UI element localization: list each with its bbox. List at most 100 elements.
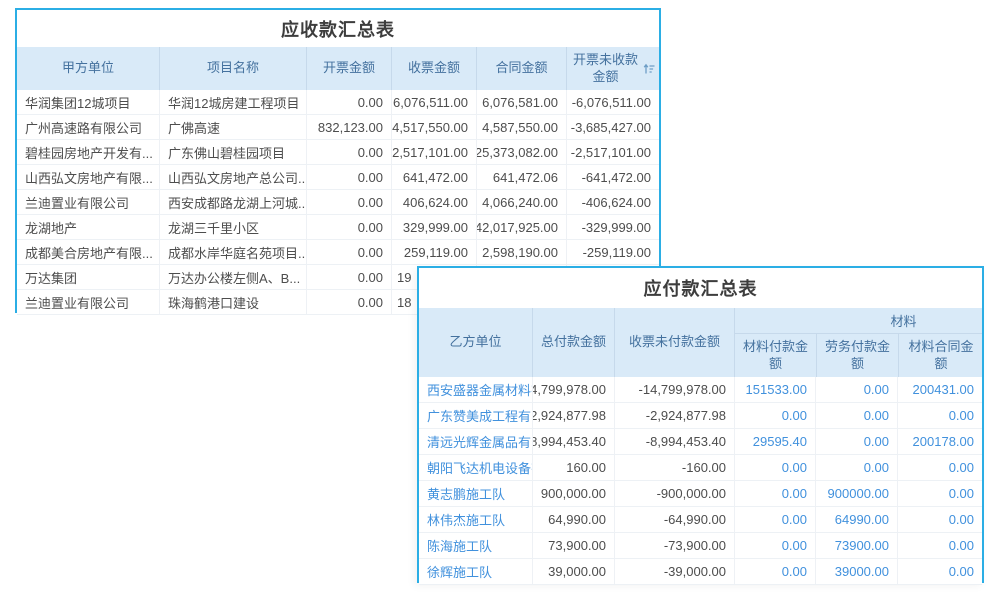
table-row: 广东赞美成工程有限 2,924,877.98 -2,924,877.98 0.0… [419, 403, 982, 429]
receivables-title: 应收款汇总表 [17, 10, 659, 47]
cell-party-b[interactable]: 广东赞美成工程有限 [419, 403, 532, 428]
col-header-total-paid[interactable]: 总付款金额 [532, 308, 614, 377]
cell-received: 329,999.00 [391, 215, 476, 239]
table-row: 西安盛器金属材料有 14,799,978.00 -14,799,978.00 1… [419, 377, 982, 403]
cell-invoiced: 0.00 [306, 90, 391, 114]
cell-invoiced-unpaid: -3,685,427.00 [566, 115, 659, 139]
cell-invoiced: 0.00 [306, 290, 391, 314]
cell-contract: 42,017,925.00 [476, 215, 566, 239]
cell-labor-paid[interactable]: 73900.00 [815, 533, 897, 558]
cell-invoiced: 0.00 [306, 265, 391, 289]
col-header-received[interactable]: 收票金额 [391, 47, 476, 90]
cell-material-paid[interactable]: 0.00 [734, 403, 815, 428]
cell-labor-paid[interactable]: 0.00 [815, 377, 897, 402]
cell-contract: 4,066,240.00 [476, 190, 566, 214]
cell-material-contract[interactable]: 0.00 [897, 559, 982, 584]
col-header-material-paid[interactable]: 材料付款金额 [735, 334, 816, 377]
cell-labor-paid[interactable]: 0.00 [815, 403, 897, 428]
cell-contract: 6,076,581.00 [476, 90, 566, 114]
payables-table: 应付款汇总表 乙方单位 总付款金额 收票未付款金额 材料 材料付款金额 劳务付款… [417, 266, 984, 583]
cell-invoice-unpaid: -73,900.00 [614, 533, 734, 558]
table-row: 徐辉施工队 39,000.00 -39,000.00 0.00 39000.00… [419, 559, 982, 585]
table-row: 碧桂园房地产开发有... 广东佛山碧桂园项目 0.00 2,517,101.00… [17, 140, 659, 165]
cell-invoiced-unpaid: -329,999.00 [566, 215, 659, 239]
cell-invoiced-unpaid: -641,472.00 [566, 165, 659, 189]
col-header-project[interactable]: 项目名称 [159, 47, 306, 90]
col-header-invoice-unpaid[interactable]: 收票未付款金额 [614, 308, 734, 377]
cell-total-paid: 900,000.00 [532, 481, 614, 506]
cell-total-paid: 160.00 [532, 455, 614, 480]
cell-contract: 641,472.06 [476, 165, 566, 189]
table-row: 兰迪置业有限公司 西安成都路龙湖上河城... 0.00 406,624.00 4… [17, 190, 659, 215]
cell-party-a: 成都美合房地产有限... [17, 240, 159, 264]
cell-material-contract[interactable]: 0.00 [897, 481, 982, 506]
col-header-labor-paid[interactable]: 劳务付款金额 [816, 334, 898, 377]
cell-material-contract[interactable]: 0.00 [897, 533, 982, 558]
cell-project: 西安成都路龙湖上河城... [159, 190, 306, 214]
cell-invoice-unpaid: -2,924,877.98 [614, 403, 734, 428]
cell-material-paid[interactable]: 0.00 [734, 481, 815, 506]
cell-party-b[interactable]: 西安盛器金属材料有 [419, 377, 532, 402]
cell-labor-paid[interactable]: 0.00 [815, 429, 897, 454]
cell-party-a: 万达集团 [17, 265, 159, 289]
cell-material-contract[interactable]: 200431.00 [897, 377, 982, 402]
cell-material-paid[interactable]: 29595.40 [734, 429, 815, 454]
cell-received: 4,517,550.00 [391, 115, 476, 139]
cell-labor-paid[interactable]: 0.00 [815, 455, 897, 480]
cell-invoiced-unpaid: -2,517,101.00 [566, 140, 659, 164]
cell-invoiced-unpaid: -6,076,511.00 [566, 90, 659, 114]
table-row: 广州高速路有限公司 广佛高速 832,123.00 4,517,550.00 4… [17, 115, 659, 140]
cell-party-a: 华润集团12城项目 [17, 90, 159, 114]
cell-party-b[interactable]: 陈海施工队 [419, 533, 532, 558]
cell-total-paid: 73,900.00 [532, 533, 614, 558]
cell-material-contract[interactable]: 0.00 [897, 455, 982, 480]
cell-labor-paid[interactable]: 39000.00 [815, 559, 897, 584]
cell-labor-paid[interactable]: 64990.00 [815, 507, 897, 532]
table-row: 林伟杰施工队 64,990.00 -64,990.00 0.00 64990.0… [419, 507, 982, 533]
cell-total-paid: 14,799,978.00 [532, 377, 614, 402]
cell-project: 万达办公楼左侧A、B... [159, 265, 306, 289]
cell-material-contract[interactable]: 200178.00 [897, 429, 982, 454]
cell-material-paid[interactable]: 0.00 [734, 533, 815, 558]
cell-invoice-unpaid: -8,994,453.40 [614, 429, 734, 454]
sort-ascending-icon[interactable] [643, 63, 655, 75]
cell-invoiced-unpaid: -259,119.00 [566, 240, 659, 264]
cell-received: 2,517,101.00 [391, 140, 476, 164]
cell-contract: 2,598,190.00 [476, 240, 566, 264]
cell-material-paid[interactable]: 0.00 [734, 507, 815, 532]
cell-material-contract[interactable]: 0.00 [897, 507, 982, 532]
cell-invoice-unpaid: -64,990.00 [614, 507, 734, 532]
col-header-contract[interactable]: 合同金额 [476, 47, 566, 90]
cell-party-b[interactable]: 徐辉施工队 [419, 559, 532, 584]
col-header-party-a[interactable]: 甲方单位 [17, 47, 159, 90]
col-header-invoiced[interactable]: 开票金额 [306, 47, 391, 90]
cell-party-b[interactable]: 朝阳飞达机电设备有 [419, 455, 532, 480]
cell-contract: 25,373,082.00 [476, 140, 566, 164]
cell-invoice-unpaid: -900,000.00 [614, 481, 734, 506]
cell-received: 259,119.00 [391, 240, 476, 264]
cell-party-b[interactable]: 黄志鹏施工队 [419, 481, 532, 506]
table-row: 山西弘文房地产有限... 山西弘文房地产总公司... 0.00 641,472.… [17, 165, 659, 190]
cell-total-paid: 2,924,877.98 [532, 403, 614, 428]
cell-material-paid[interactable]: 151533.00 [734, 377, 815, 402]
cell-invoiced: 0.00 [306, 165, 391, 189]
cell-invoice-unpaid: -14,799,978.00 [614, 377, 734, 402]
col-header-material-contract[interactable]: 材料合同金额 [898, 334, 983, 377]
table-row: 华润集团12城项目 华润12城房建工程项目 0.00 6,076,511.00 … [17, 90, 659, 115]
cell-material-paid[interactable]: 0.00 [734, 559, 815, 584]
table-row: 陈海施工队 73,900.00 -73,900.00 0.00 73900.00… [419, 533, 982, 559]
cell-party-b[interactable]: 林伟杰施工队 [419, 507, 532, 532]
col-group-header-material: 材料 [735, 308, 982, 334]
col-header-invoiced-unpaid[interactable]: 开票未收款金额 [566, 47, 659, 90]
table-row: 朝阳飞达机电设备有 160.00 -160.00 0.00 0.00 0.00 [419, 455, 982, 481]
cell-invoice-unpaid: -160.00 [614, 455, 734, 480]
table-row: 黄志鹏施工队 900,000.00 -900,000.00 0.00 90000… [419, 481, 982, 507]
cell-material-paid[interactable]: 0.00 [734, 455, 815, 480]
payables-title: 应付款汇总表 [419, 268, 982, 308]
cell-labor-paid[interactable]: 900000.00 [815, 481, 897, 506]
col-header-party-b[interactable]: 乙方单位 [419, 308, 532, 377]
cell-party-a: 山西弘文房地产有限... [17, 165, 159, 189]
cell-project: 广佛高速 [159, 115, 306, 139]
cell-material-contract[interactable]: 0.00 [897, 403, 982, 428]
cell-party-b[interactable]: 清远光辉金属品有限 [419, 429, 532, 454]
